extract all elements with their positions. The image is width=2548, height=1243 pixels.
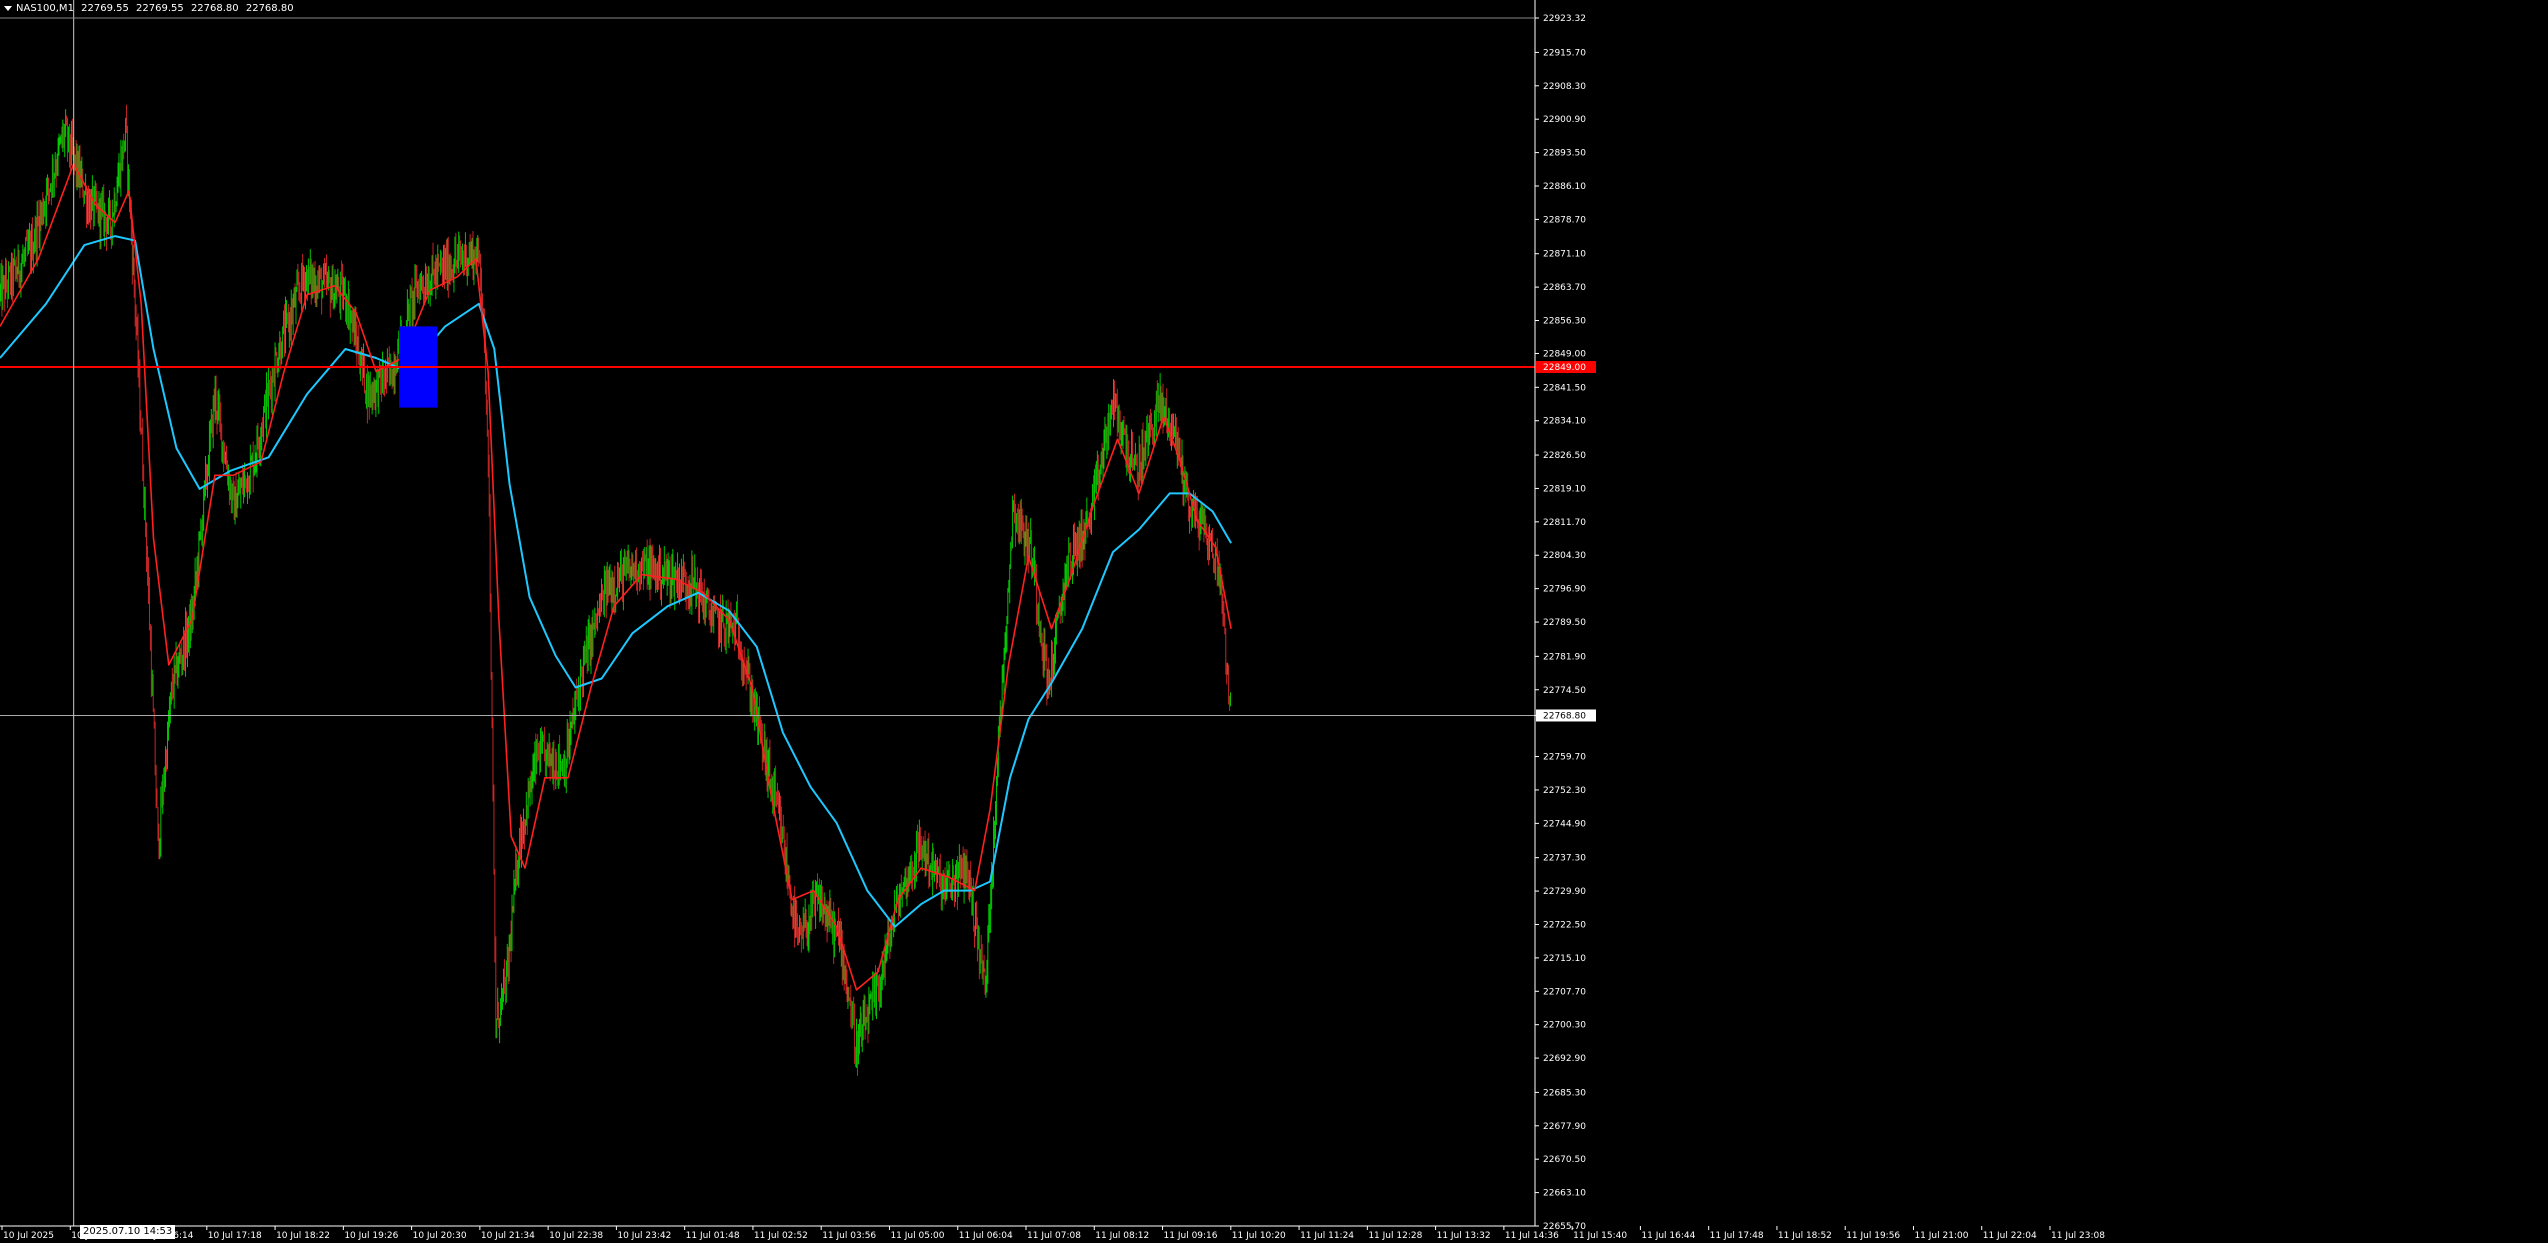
price-tick-label: 22715.10 bbox=[1543, 954, 1586, 964]
price-tick-label: 22841.50 bbox=[1543, 383, 1586, 393]
time-tick-label: 11 Jul 03:56 bbox=[822, 1231, 876, 1241]
time-tick-label: 11 Jul 12:28 bbox=[1368, 1231, 1422, 1241]
price-tick-label: 22804.30 bbox=[1543, 551, 1586, 561]
time-tick-label: 10 Jul 21:34 bbox=[481, 1231, 535, 1241]
price-tick-label: 22878.70 bbox=[1543, 215, 1586, 225]
time-tick-label: 11 Jul 19:56 bbox=[1846, 1231, 1900, 1241]
open-price: 22769.55 bbox=[81, 3, 129, 14]
time-tick-label: 10 Jul 2025 bbox=[3, 1231, 54, 1241]
time-tick-label: 11 Jul 18:52 bbox=[1778, 1231, 1832, 1241]
price-tick-label: 22915.70 bbox=[1543, 48, 1586, 58]
time-tick-label: 11 Jul 02:52 bbox=[754, 1231, 808, 1241]
time-tick-label: 11 Jul 08:12 bbox=[1095, 1231, 1149, 1241]
time-tick-label: 10 Jul 19:26 bbox=[344, 1231, 398, 1241]
time-tick-label: 11 Jul 14:36 bbox=[1505, 1231, 1559, 1241]
price-tick-label: 22737.30 bbox=[1543, 854, 1586, 864]
time-tick-label: 11 Jul 09:16 bbox=[1164, 1231, 1218, 1241]
price-tick-label: 22893.50 bbox=[1543, 149, 1586, 159]
time-tick-label: 11 Jul 22:04 bbox=[1983, 1231, 2037, 1241]
price-tick-label: 22774.50 bbox=[1543, 686, 1586, 696]
price-tick-label: 22871.10 bbox=[1543, 250, 1586, 260]
price-tick-label: 22692.90 bbox=[1543, 1054, 1586, 1064]
price-tick-label: 22900.90 bbox=[1543, 115, 1586, 125]
price-tick-label: 22923.32 bbox=[1543, 14, 1586, 24]
price-tick-label: 22811.70 bbox=[1543, 518, 1586, 528]
time-tick-label: 11 Jul 11:24 bbox=[1300, 1231, 1354, 1241]
chart-header: NAS100,M1 22769.55 22769.55 22768.80 227… bbox=[4, 3, 298, 14]
time-tick-label: 10 Jul 22:38 bbox=[549, 1231, 603, 1241]
price-tick-label: 22677.90 bbox=[1543, 1122, 1586, 1132]
time-tick-label: 11 Jul 16:44 bbox=[1641, 1231, 1695, 1241]
price-tick-label: 22685.30 bbox=[1543, 1088, 1586, 1098]
time-tick-label: 11 Jul 23:08 bbox=[2051, 1231, 2105, 1241]
price-tick-label: 22856.30 bbox=[1543, 317, 1586, 327]
time-tick-label: 11 Jul 15:40 bbox=[1573, 1231, 1627, 1241]
price-tick-label: 22886.10 bbox=[1543, 182, 1586, 192]
price-tag-label: 22768.80 bbox=[1543, 711, 1586, 721]
price-tick-label: 22722.50 bbox=[1543, 920, 1586, 930]
time-tick-label: 10 Jul 20:30 bbox=[413, 1231, 467, 1241]
symbol-label: NAS100,M1 bbox=[16, 3, 74, 14]
crosshair-time-label: 2025.07.10 14:53 bbox=[80, 1225, 176, 1239]
time-tick-label: 11 Jul 05:00 bbox=[890, 1231, 944, 1241]
price-tick-label: 22781.90 bbox=[1543, 652, 1586, 662]
price-tick-label: 22863.70 bbox=[1543, 283, 1586, 293]
price-tick-label: 22819.10 bbox=[1543, 484, 1586, 494]
chart-background bbox=[0, 0, 2548, 1243]
price-tick-label: 22700.30 bbox=[1543, 1021, 1586, 1031]
price-tick-label: 22744.90 bbox=[1543, 819, 1586, 829]
time-tick-label: 11 Jul 13:32 bbox=[1437, 1231, 1491, 1241]
price-tick-label: 22796.90 bbox=[1543, 585, 1586, 595]
time-tick-label: 11 Jul 01:48 bbox=[686, 1231, 740, 1241]
price-chart[interactable]: 22923.32 22915.70 22908.30 22900.90 22893.50… bbox=[0, 0, 2548, 1243]
close-price: 22768.80 bbox=[245, 3, 294, 14]
price-tick-label: 22908.30 bbox=[1543, 82, 1586, 92]
high-price: 22769.55 bbox=[136, 3, 184, 14]
time-tick-label: 11 Jul 17:48 bbox=[1710, 1231, 1764, 1241]
time-tick-label: 10 Jul 23:42 bbox=[617, 1231, 671, 1241]
price-tick-label: 22752.30 bbox=[1543, 786, 1586, 796]
price-tick-label: 22670.50 bbox=[1543, 1155, 1586, 1165]
time-tick-label: 11 Jul 10:20 bbox=[1232, 1231, 1286, 1241]
low-price: 22768.80 bbox=[190, 3, 239, 14]
price-tick-label: 22759.70 bbox=[1543, 753, 1586, 763]
price-tick-label: 22729.90 bbox=[1543, 887, 1586, 897]
price-tick-label: 22707.70 bbox=[1543, 987, 1586, 997]
time-tick-label: 11 Jul 07:08 bbox=[1027, 1231, 1081, 1241]
time-tick-label: 11 Jul 06:04 bbox=[959, 1231, 1013, 1241]
time-tick-label: 10 Jul 18:22 bbox=[276, 1231, 330, 1241]
dropdown-triangle-icon[interactable] bbox=[4, 5, 12, 11]
price-tick-label: 22663.10 bbox=[1543, 1189, 1586, 1199]
price-tag-label: 22849.00 bbox=[1543, 363, 1586, 373]
price-tick-label: 22834.10 bbox=[1543, 417, 1586, 427]
price-tick-label: 22789.50 bbox=[1543, 618, 1586, 628]
time-tick-label: 10 Jul 17:18 bbox=[208, 1231, 262, 1241]
time-tick-label: 11 Jul 21:00 bbox=[1914, 1231, 1968, 1241]
price-tick-label: 22849.00 bbox=[1543, 349, 1586, 359]
price-tick-label: 22826.50 bbox=[1543, 451, 1586, 461]
